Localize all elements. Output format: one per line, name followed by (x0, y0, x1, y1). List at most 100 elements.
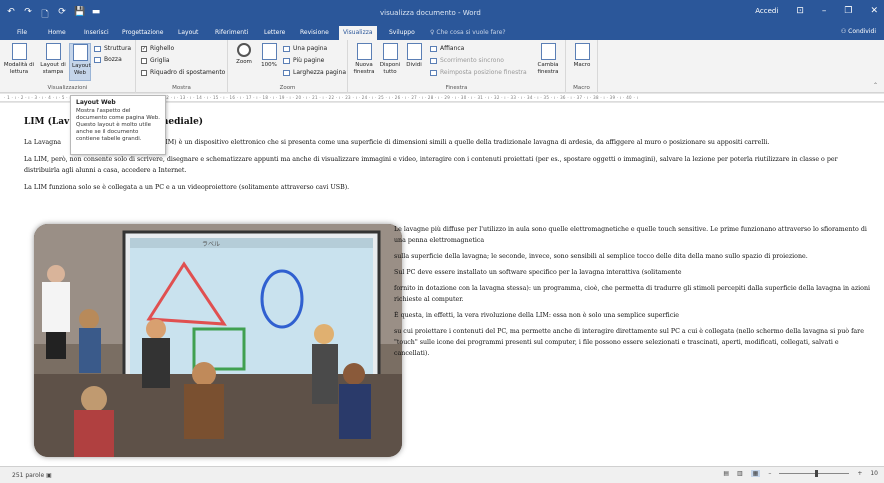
arrange-all-button[interactable]: Disponi tutto (379, 43, 401, 76)
macros-button[interactable]: Macro (570, 43, 594, 69)
zoom-100-button[interactable]: 100% (258, 43, 280, 69)
side-by-side-button[interactable]: Affianca (430, 45, 464, 52)
ribbon-tabs: File Home Inserisci Progettazione Layout… (0, 26, 884, 40)
read-mode-label: Modalità di lettura (3, 62, 35, 75)
document-area[interactable]: LIM (Lav timediale) La Lavagna LIM) è un d… (0, 103, 884, 466)
nav-pane-label: Riquadro di spostamento (150, 69, 226, 76)
share-button[interactable]: ⚇ Condividi (841, 28, 876, 35)
one-page-button[interactable]: Una pagina (283, 45, 327, 52)
zoom-in-icon[interactable]: + (857, 470, 862, 477)
tab-view[interactable]: Visualizza (339, 26, 377, 40)
tab-review[interactable]: Revisione (296, 28, 333, 37)
minimize-icon[interactable]: – (822, 6, 827, 16)
paragraph-3: La LIM funziona solo se è collegata a un… (24, 184, 350, 191)
one-page-label: Una pagina (293, 45, 328, 52)
group-window: Nuova finestra Disponi tutto Dividi Affi… (348, 40, 566, 93)
page-width-icon (283, 69, 290, 76)
close-icon[interactable]: ✕ (870, 6, 878, 16)
tab-mailings[interactable]: Lettere (260, 28, 289, 37)
web-layout-view-icon[interactable]: ▦ (750, 470, 761, 477)
web-layout-button[interactable]: Layout Web (69, 43, 91, 81)
nav-pane-checkbox[interactable]: Riquadro di spostamento (141, 69, 225, 76)
multi-pages-icon (283, 57, 290, 64)
restore-icon[interactable]: ❐ (844, 6, 852, 16)
print-layout-button[interactable]: Layout di stampa (38, 43, 68, 76)
new-window-icon (356, 43, 372, 60)
group-show-label: Mostra (172, 85, 191, 91)
word-count[interactable]: 251 parole ▣ (12, 472, 52, 479)
undo-icon[interactable]: ↶ (6, 7, 16, 23)
web-layout-label: Layout Web (72, 63, 91, 76)
tab-developer[interactable]: Sviluppo (385, 28, 419, 37)
classroom-photo[interactable]: ラベル (34, 224, 402, 457)
sync-scroll-icon (430, 57, 437, 64)
split-button[interactable]: Dividi (403, 43, 425, 69)
reset-position-button[interactable]: Reimposta posizione finestra (430, 69, 527, 76)
outline-icon (94, 45, 101, 52)
group-zoom-label: Zoom (279, 85, 296, 91)
zoom-slider[interactable] (779, 470, 850, 477)
zoom-100-label: 100% (261, 62, 277, 68)
print-layout-label: Layout di stampa (40, 62, 66, 75)
page-width-button[interactable]: Larghezza pagina (283, 69, 346, 76)
reset-position-icon (430, 69, 437, 76)
group-macros-label: Macro (573, 85, 590, 91)
tooltip-body: Mostra l'aspetto del documento come pagi… (76, 108, 160, 142)
read-mode-button[interactable]: Modalità di lettura (3, 43, 35, 76)
tell-me-input[interactable]: ♀ Che cosa si vuole fare? (430, 29, 506, 36)
multi-pages-button[interactable]: Più pagine (283, 57, 324, 64)
arrange-all-label: Disponi tutto (379, 62, 401, 75)
read-mode-view-icon[interactable]: ▤ (723, 470, 729, 477)
zoom-level[interactable]: 10 (870, 470, 878, 477)
tooltip-title: Layout Web (76, 99, 116, 106)
group-views-label: Visualizzazioni (47, 85, 88, 91)
paragraph-1-start: La Lavagna (24, 139, 62, 146)
draft-button[interactable]: Bozza (94, 56, 122, 63)
macros-icon (574, 43, 590, 60)
gridlines-checkbox[interactable]: Griglia (141, 57, 170, 64)
collapse-ribbon-icon[interactable]: ⌃ (873, 82, 878, 89)
status-bar: 251 parole ▣ ▤ ▥ ▦ – + 10 (0, 466, 884, 483)
ribbon-display-icon[interactable]: ⊡ (796, 6, 804, 16)
web-layout-icon (72, 44, 88, 61)
tab-file[interactable]: File (13, 28, 31, 37)
proofing-icon[interactable]: ▣ (46, 472, 52, 479)
tab-design[interactable]: Progettazione (118, 28, 167, 37)
heading-start: LIM (Lav (24, 117, 70, 127)
right-paragraph-1: Le lavagne più diffuse per l'utilizzo in… (394, 226, 867, 244)
classroom-photo-drawing: ラベル (34, 224, 402, 457)
quick-access-toolbar: ↶ ↷ 🗋 ⟳ 💾 ▬ (6, 7, 101, 23)
zoom-slider-thumb[interactable] (815, 470, 819, 477)
title-bar: ↶ ↷ 🗋 ⟳ 💾 ▬ visualizza documento - Word … (0, 0, 884, 26)
tab-layout[interactable]: Layout (174, 28, 202, 37)
right-column-text: Le lavagne più diffuse per l'utilizzo in… (394, 224, 874, 364)
signin-link[interactable]: Accedi (755, 7, 778, 15)
group-macros: Macro Macro (566, 40, 598, 93)
tab-insert[interactable]: Inserisci (80, 28, 113, 37)
tab-references[interactable]: Riferimenti (211, 28, 252, 37)
macros-label: Macro (573, 62, 591, 68)
switch-windows-button[interactable]: Cambia finestra (534, 43, 562, 76)
page-width-label: Larghezza pagina (293, 69, 347, 76)
switch-windows-icon (540, 43, 556, 60)
nav-pane-check-icon (141, 69, 147, 76)
refresh-icon[interactable]: ⟳ (57, 7, 67, 23)
zoom-button[interactable]: Zoom (233, 43, 255, 66)
zoom-out-icon[interactable]: – (768, 470, 771, 477)
board-label: ラベル (202, 241, 220, 248)
save-icon[interactable]: 💾 (74, 7, 85, 23)
right-paragraph-4: fornito in dotazione con la lavagna stes… (394, 285, 871, 303)
sync-scroll-button[interactable]: Scorrimento sincrono (430, 57, 504, 64)
group-window-label: Finestra (445, 85, 468, 91)
ruler-label: Righello (150, 45, 175, 52)
customize-qat-icon[interactable]: ▬ (91, 7, 101, 23)
tab-home[interactable]: Home (44, 28, 70, 37)
group-views: Modalità di lettura Layout di stampa Lay… (0, 40, 136, 93)
new-window-button[interactable]: Nuova finestra (352, 43, 376, 76)
paragraph-2: La LIM, però, non consente solo di scriv… (24, 156, 838, 174)
new-doc-icon[interactable]: 🗋 (40, 7, 50, 23)
print-layout-view-icon[interactable]: ▥ (737, 470, 743, 477)
ruler-checkbox[interactable]: ✓ Righello (141, 45, 174, 52)
outline-button[interactable]: Struttura (94, 45, 131, 52)
redo-icon[interactable]: ↷ (23, 7, 33, 23)
